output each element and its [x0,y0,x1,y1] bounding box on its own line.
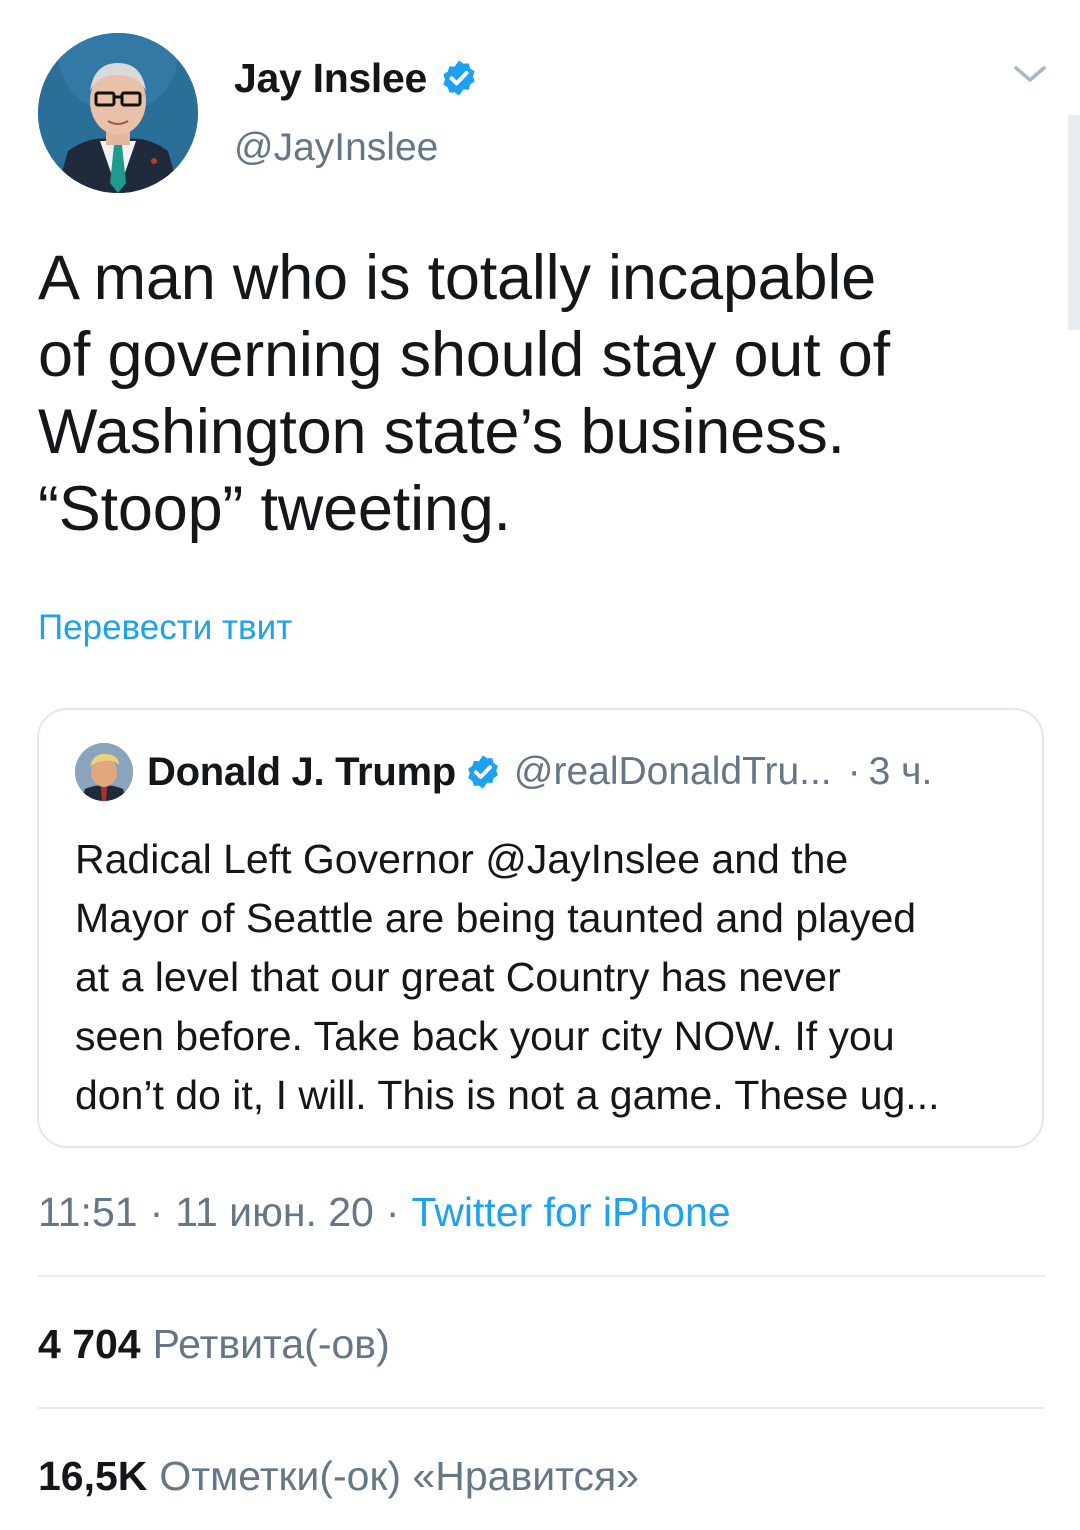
retweets-label: Ретвита(-ов) [152,1320,390,1367]
separator-dot: · [847,750,861,793]
likes-stat[interactable]: 16,5K Отметки(-ок) «Нравится» [38,1448,639,1504]
verified-badge-icon [464,753,502,791]
quoted-author-avatar [75,743,133,801]
quoted-tweet-card[interactable]: Donald J. Trump @realDonaldTru... · 3 ч.… [37,708,1044,1148]
author-name-row[interactable]: Jay Inslee [234,50,479,106]
divider [38,1275,1045,1277]
tweet-meta: 11:51 · 11 июн. 20 · Twitter for iPhone [38,1186,731,1238]
verified-badge-icon [439,58,479,98]
separator-dot: · [149,1188,164,1235]
likes-count: 16,5K [38,1452,148,1499]
retweets-count: 4 704 [38,1320,141,1367]
chevron-down-icon[interactable] [1010,58,1050,90]
quoted-author-handle: @realDonaldTru... [513,750,832,793]
quoted-tweet-time: 3 ч. [868,750,933,793]
tweet-date: 11 июн. 20 [175,1188,374,1235]
tweet-time: 11:51 [38,1188,138,1235]
likes-label: Отметки(-ок) «Нравится» [159,1452,639,1499]
retweets-stat[interactable]: 4 704 Ретвита(-ов) [38,1316,390,1372]
author-avatar[interactable] [38,33,198,193]
separator-dot: · [385,1188,400,1235]
scrollbar[interactable] [1068,115,1080,330]
divider [38,1407,1045,1409]
quoted-tweet-header: Donald J. Trump @realDonaldTru... · 3 ч. [147,746,932,798]
quoted-tweet-text: Radical Left Governor @JayInslee and the… [75,836,940,1118]
tweet-source-link[interactable]: Twitter for iPhone [412,1189,731,1236]
quoted-author-name: Donald J. Trump [147,749,456,794]
author-handle[interactable]: @JayInslee [234,126,438,170]
author-display-name[interactable]: Jay Inslee [234,55,427,102]
tweet-detail-screen: Jay Inslee @JayInslee A man who is total… [0,0,1080,1530]
tweet-text: A man who is totally incapable of govern… [38,243,890,544]
translate-tweet-link[interactable]: Перевести твит [38,608,292,648]
